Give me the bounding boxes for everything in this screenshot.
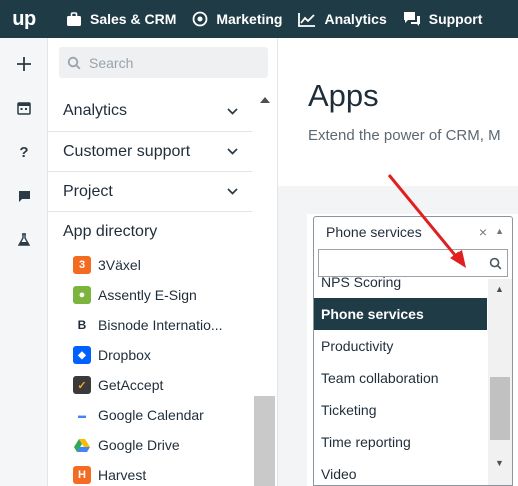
sidebar-item-google-calendar[interactable]: ▬ Google Calendar xyxy=(73,400,253,430)
sidebar-search-input[interactable] xyxy=(89,54,259,71)
chevron-down-icon xyxy=(227,188,238,195)
nav-sales-crm-label: Sales & CRM xyxy=(90,11,177,27)
calendar-icon xyxy=(17,102,31,115)
nav-sales-crm[interactable]: Sales & CRM xyxy=(48,0,192,38)
top-navigation-bar: up Sales & CRM Marketing Analytics Suppo… xyxy=(0,0,518,38)
plus-icon xyxy=(17,57,31,71)
chevron-down-icon xyxy=(227,148,238,155)
google-calendar-icon: ▬ xyxy=(73,406,91,424)
sidebar-item-harvest[interactable]: H Harvest xyxy=(73,460,253,486)
calendar-button[interactable] xyxy=(0,94,48,122)
dropdown-scrollbar-thumb[interactable] xyxy=(490,377,510,440)
search-icon xyxy=(67,56,81,69)
briefcase-icon xyxy=(67,11,81,26)
sidebar-section-customer-support[interactable]: Customer support xyxy=(48,131,252,171)
sidebar-section-analytics[interactable]: Analytics xyxy=(48,91,252,131)
app-label: Assently E-Sign xyxy=(98,287,197,303)
sidebar-panel: Analytics Customer support Project App d… xyxy=(48,38,278,486)
google-drive-icon xyxy=(73,436,91,454)
category-select-value: Phone services xyxy=(326,224,422,240)
sidebar-item-google-drive[interactable]: Google Drive xyxy=(73,430,253,460)
app-getaccept-icon: ✓ xyxy=(73,376,91,394)
app-label: 3Växel xyxy=(98,257,141,273)
page-title: Apps xyxy=(308,78,379,113)
sidebar-section-label: Customer support xyxy=(63,142,191,160)
category-select[interactable]: Phone services × ▲ xyxy=(313,216,513,248)
app-label: Harvest xyxy=(98,467,147,483)
dropdown-option[interactable]: Video xyxy=(314,458,487,485)
app-logo[interactable]: up xyxy=(0,0,48,38)
left-icon-rail: ? xyxy=(0,38,48,486)
app-3vaxel-icon: 3 xyxy=(73,256,91,274)
line-chart-icon xyxy=(298,12,316,27)
app-label: Dropbox xyxy=(98,347,151,363)
app-label: Google Calendar xyxy=(98,407,204,423)
dropdown-option-selected[interactable]: Phone services xyxy=(314,298,487,330)
lab-button[interactable] xyxy=(0,226,48,254)
help-icon: ? xyxy=(19,143,29,161)
sidebar-section-app-directory[interactable]: App directory xyxy=(48,211,252,251)
nav-marketing-label: Marketing xyxy=(216,11,283,27)
app-bisnode-icon: B xyxy=(73,316,91,334)
sidebar-item-dropbox[interactable]: ◆ Dropbox xyxy=(73,340,253,370)
app-label: Google Drive xyxy=(98,437,180,453)
dropdown-option[interactable]: Time reporting xyxy=(314,426,487,458)
sidebar-section-label: Project xyxy=(63,182,113,200)
apps-header: Apps Extend the power of CRM, M xyxy=(278,38,518,186)
dropbox-icon: ◆ xyxy=(73,346,91,364)
sidebar-section-label: Analytics xyxy=(63,102,128,119)
caret-up-icon[interactable]: ▲ xyxy=(495,226,504,236)
sidebar-section-label: App directory xyxy=(63,222,158,240)
page-subtitle: Extend the power of CRM, M xyxy=(308,127,501,144)
search-icon xyxy=(489,257,502,269)
app-harvest-icon: H xyxy=(73,466,91,484)
app-label: Bisnode Internatio... xyxy=(98,317,223,333)
chevron-down-icon xyxy=(227,107,238,115)
sidebar-search[interactable] xyxy=(59,47,268,78)
sidebar-section-project[interactable]: Project xyxy=(48,171,252,211)
app-assently-icon: ● xyxy=(73,286,91,304)
nav-analytics-label: Analytics xyxy=(324,11,387,27)
dropdown-option[interactable]: Ticketing xyxy=(314,394,487,426)
nav-support[interactable]: Support xyxy=(403,0,499,38)
lab-icon xyxy=(17,233,31,246)
add-button[interactable] xyxy=(0,50,48,78)
target-icon xyxy=(192,11,208,27)
sidebar-item-getaccept[interactable]: ✓ GetAccept xyxy=(73,370,253,400)
nav-marketing[interactable]: Marketing xyxy=(192,0,298,38)
chat-bubbles-icon xyxy=(403,12,420,26)
comments-button[interactable] xyxy=(0,182,48,210)
sidebar-item-3vaxel[interactable]: 3 3Växel xyxy=(73,250,253,280)
scroll-down-arrow-icon[interactable]: ▼ xyxy=(495,458,504,468)
scroll-up-arrow-icon[interactable]: ▲ xyxy=(495,284,504,294)
sidebar-item-bisnode[interactable]: B Bisnode Internatio... xyxy=(73,310,253,340)
sidebar-item-assently[interactable]: ● Assently E-Sign xyxy=(73,280,253,310)
scroll-up-arrow-icon[interactable] xyxy=(259,96,271,104)
dropdown-option[interactable]: Productivity xyxy=(314,330,487,362)
clear-selection-icon[interactable]: × xyxy=(479,224,487,240)
help-button[interactable]: ? xyxy=(0,138,48,166)
comment-icon xyxy=(18,190,30,202)
sidebar-scrollbar-thumb[interactable] xyxy=(254,396,275,486)
dropdown-option[interactable]: NPS Scoring xyxy=(314,266,487,298)
nav-analytics[interactable]: Analytics xyxy=(298,0,402,38)
category-dropdown: NPS Scoring Phone services Productivity … xyxy=(313,247,513,486)
app-label: GetAccept xyxy=(98,377,164,393)
dropdown-option[interactable]: Team collaboration xyxy=(314,362,487,394)
nav-support-label: Support xyxy=(428,11,483,27)
